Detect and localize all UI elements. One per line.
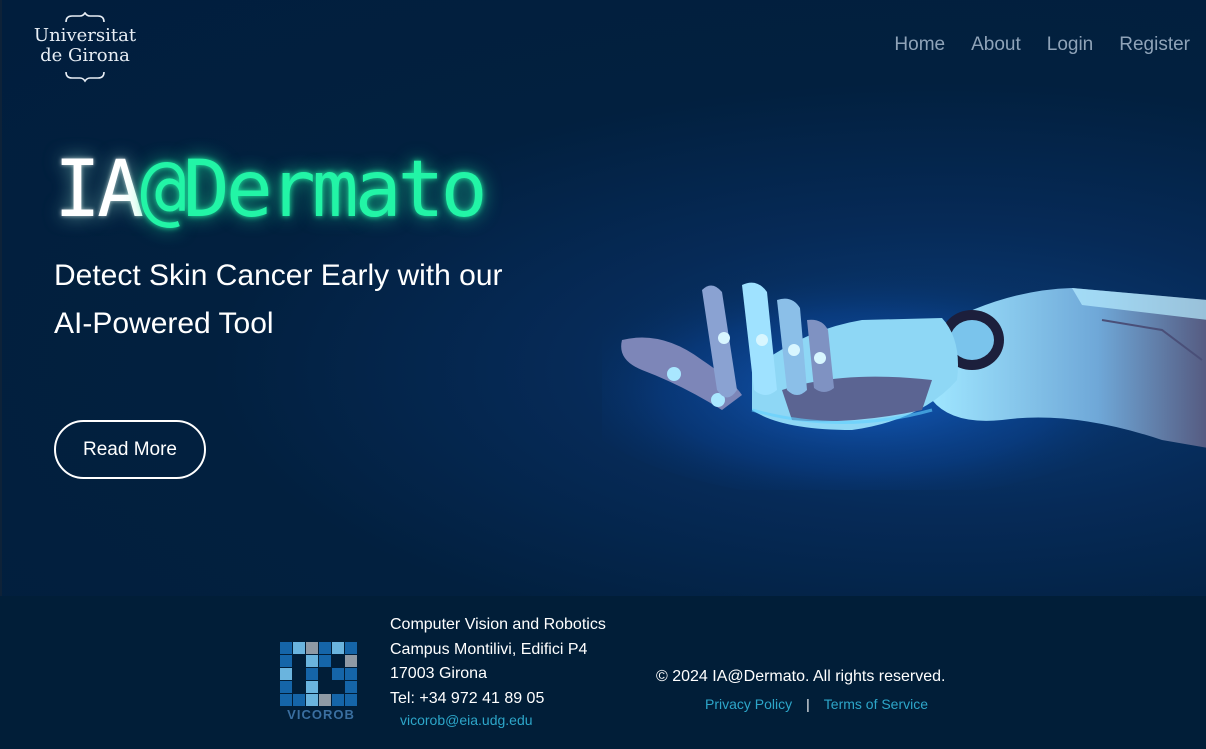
- address-line-1: Computer Vision and Robotics: [390, 616, 606, 633]
- title-suffix: @Dermato: [139, 145, 488, 235]
- hero-section: Universitat de Girona Home About Login R…: [0, 0, 1206, 596]
- copyright-text: © 2024 IA@Dermato. All rights reserved.: [656, 668, 946, 685]
- read-more-button[interactable]: Read More: [54, 420, 206, 479]
- page: Universitat de Girona Home About Login R…: [0, 0, 1206, 749]
- main-nav: Home About Login Register: [894, 34, 1190, 56]
- nav-about[interactable]: About: [971, 34, 1021, 56]
- address-line-3: 17003 Girona: [390, 665, 487, 682]
- robotic-hand-image: [602, 260, 1206, 490]
- title-prefix: IA: [54, 145, 144, 235]
- nav-login[interactable]: Login: [1047, 34, 1094, 56]
- nav-home[interactable]: Home: [894, 34, 945, 56]
- footer-address: Computer Vision and Robotics Campus Mont…: [390, 613, 606, 711]
- privacy-policy-link[interactable]: Privacy Policy: [705, 696, 792, 712]
- nav-register[interactable]: Register: [1119, 34, 1190, 56]
- logo-line-2: de Girona: [40, 45, 130, 66]
- footer-links: Privacy Policy | Terms of Service: [705, 696, 928, 712]
- logo-line-1: Universitat: [33, 25, 137, 46]
- hero-subtitle: Detect Skin Cancer Early with our AI-Pow…: [54, 259, 503, 340]
- link-separator: |: [806, 696, 810, 712]
- logo-text: Universitat de Girona: [30, 26, 140, 66]
- terms-of-service-link[interactable]: Terms of Service: [824, 696, 928, 712]
- address-line-2: Campus Montilivi, Edifici P4: [390, 640, 588, 658]
- vicorob-label: VICOROB: [287, 707, 355, 722]
- email-link[interactable]: vicorob@eia.udg.edu: [400, 712, 533, 728]
- university-logo[interactable]: Universitat de Girona: [30, 11, 140, 84]
- page-title: IA@Dermato: [54, 145, 488, 235]
- phone-number: Tel: +34 972 41 89 05: [390, 689, 545, 707]
